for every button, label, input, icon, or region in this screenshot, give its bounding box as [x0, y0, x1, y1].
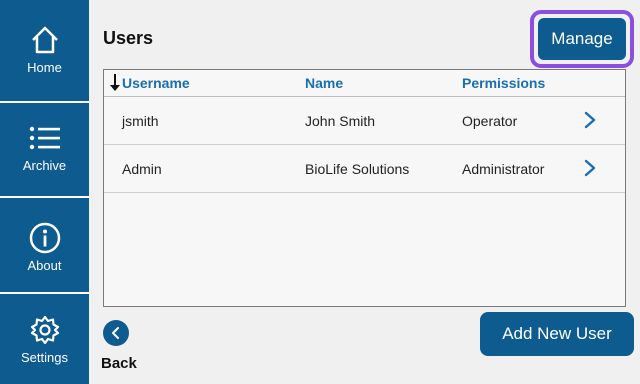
sidebar-divider [0, 101, 89, 103]
cell-name: BioLife Solutions [305, 161, 410, 177]
sidebar-item-about[interactable]: About [0, 218, 89, 273]
cell-name: John Smith [305, 113, 376, 129]
column-header-username[interactable]: Username [122, 75, 190, 91]
gear-icon [29, 310, 61, 350]
sidebar-item-label: Home [27, 60, 62, 75]
cell-permissions: Administrator [462, 161, 545, 177]
sidebar-item-label: Archive [22, 158, 67, 173]
list-icon [28, 118, 62, 158]
manage-highlight: Manage [530, 10, 634, 68]
sidebar-divider [0, 292, 89, 294]
sidebar-item-archive[interactable]: Archive [0, 118, 89, 173]
cell-username: jsmith [122, 113, 159, 129]
sidebar-item-home[interactable]: Home [0, 20, 89, 75]
column-header-permissions[interactable]: Permissions [462, 75, 545, 91]
back-button[interactable] [103, 320, 129, 346]
sidebar-divider [0, 196, 89, 198]
sidebar-item-settings[interactable]: Settings [0, 310, 89, 365]
chevron-right-icon[interactable] [584, 111, 596, 134]
sidebar-item-label: About [27, 258, 62, 273]
users-table: Username Name Permissions jsmith John Sm… [103, 69, 626, 307]
table-row[interactable]: Admin BioLife Solutions Administrator [104, 145, 625, 193]
table-row[interactable]: jsmith John Smith Operator [104, 97, 625, 145]
page-title: Users [103, 28, 154, 48]
cell-username: Admin [122, 161, 162, 177]
sidebar: Home Archive About Settings [0, 0, 89, 384]
main-panel: Users Manage Username Name Permissions j… [89, 0, 640, 384]
manage-button[interactable]: Manage [538, 18, 626, 60]
sidebar-item-label: Settings [21, 350, 68, 365]
back-label[interactable]: Back [101, 355, 137, 372]
sort-down-arrow-icon[interactable] [110, 74, 120, 97]
column-header-name[interactable]: Name [305, 75, 343, 91]
chevron-left-icon [111, 326, 121, 340]
chevron-right-icon[interactable] [584, 159, 596, 182]
cell-permissions: Operator [462, 113, 518, 129]
info-icon [28, 218, 62, 258]
add-new-user-button[interactable]: Add New User [480, 312, 634, 356]
table-header: Username Name Permissions [104, 70, 625, 97]
home-icon [29, 20, 61, 60]
